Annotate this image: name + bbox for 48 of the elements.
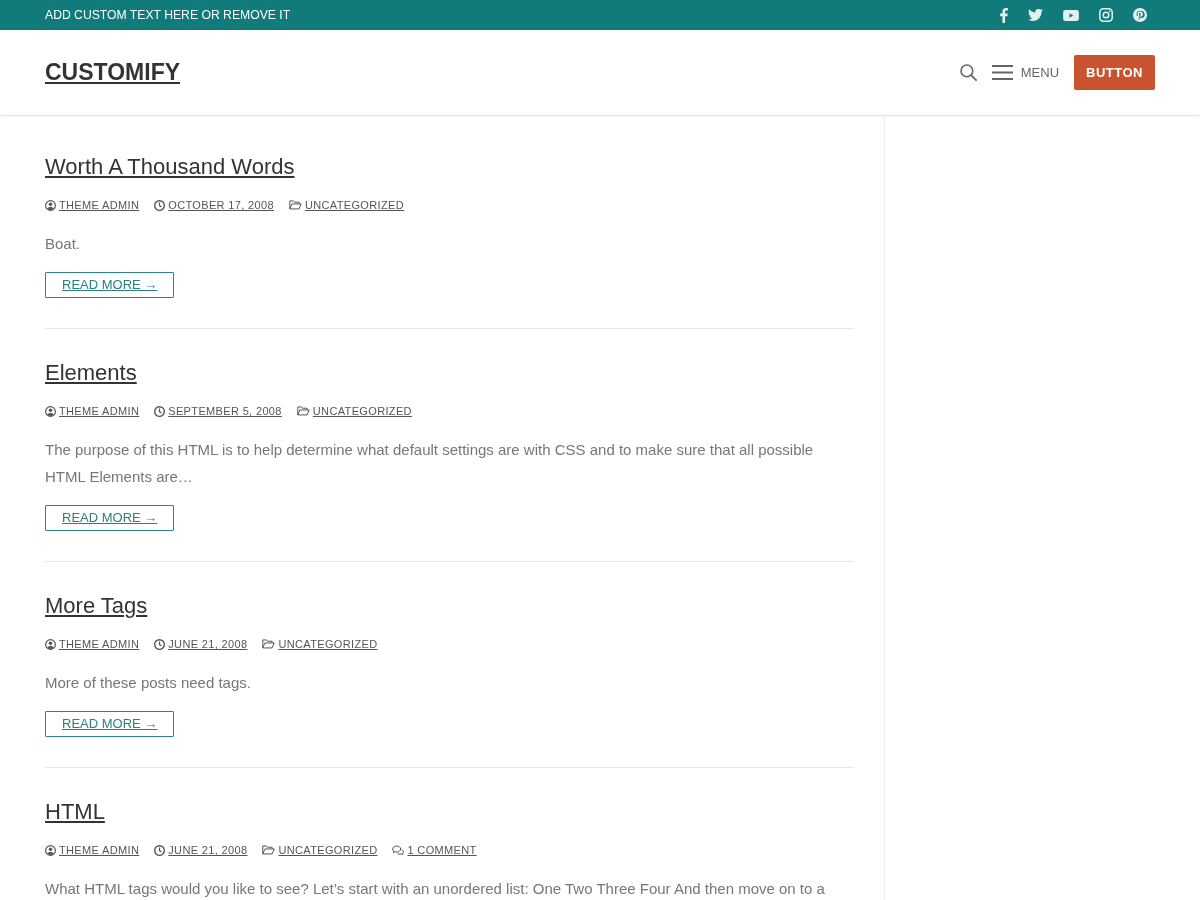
- top-bar-text: ADD CUSTOM TEXT HERE OR REMOVE IT: [45, 7, 291, 23]
- read-more-button[interactable]: READ MORE →: [45, 711, 175, 737]
- search-icon[interactable]: [959, 64, 977, 81]
- site-logo[interactable]: CUSTOMIFY: [45, 59, 181, 86]
- folder-icon: [262, 639, 276, 649]
- author-link[interactable]: THEME ADMIN: [45, 197, 140, 213]
- instagram-icon[interactable]: [1099, 8, 1113, 22]
- post-title[interactable]: HTML: [45, 799, 105, 824]
- user-icon: [45, 199, 56, 211]
- folder-icon: [262, 845, 276, 855]
- date-link[interactable]: JUNE 21, 2008: [154, 636, 248, 652]
- category-link[interactable]: UNCATEGORIZED: [262, 636, 378, 652]
- speech-bubbles-icon: [392, 845, 405, 855]
- facebook-icon[interactable]: [1000, 7, 1008, 23]
- post-excerpt: What HTML tags would you like to see? Let’s start with an unordered list: One Two Three Four And then move on to a: [45, 879, 826, 899]
- user-icon: [45, 638, 56, 650]
- pinterest-icon[interactable]: [1133, 8, 1147, 22]
- read-more-button[interactable]: READ MORE →: [45, 272, 175, 298]
- date-link[interactable]: JUNE 21, 2008: [154, 842, 248, 858]
- post-excerpt: Boat.: [45, 234, 82, 254]
- post-excerpt: More of these posts need tags.: [45, 673, 252, 693]
- hamburger-icon: [991, 65, 1013, 80]
- user-icon: [45, 844, 56, 856]
- category-link[interactable]: UNCATEGORIZED: [262, 842, 378, 858]
- read-more-button[interactable]: READ MORE →: [45, 505, 175, 531]
- twitter-icon[interactable]: [1028, 9, 1043, 21]
- post-title[interactable]: Elements: [45, 360, 137, 385]
- post-title[interactable]: Worth A Thousand Words: [45, 154, 295, 179]
- author-link[interactable]: THEME ADMIN: [45, 842, 140, 858]
- clock-icon: [154, 844, 166, 856]
- comments-link[interactable]: 1 COMMENT: [392, 842, 477, 858]
- author-link[interactable]: THEME ADMIN: [45, 403, 140, 419]
- author-link[interactable]: THEME ADMIN: [45, 636, 140, 652]
- category-link[interactable]: UNCATEGORIZED: [288, 197, 404, 213]
- clock-icon: [154, 638, 166, 650]
- clock-icon: [154, 199, 166, 211]
- menu-button[interactable]: MENU: [991, 65, 1060, 80]
- post-title[interactable]: More Tags: [45, 593, 148, 618]
- user-icon: [45, 405, 56, 417]
- clock-icon: [154, 405, 166, 417]
- folder-icon: [288, 200, 302, 210]
- date-link[interactable]: OCTOBER 17, 2008: [154, 197, 274, 213]
- post-excerpt: The purpose of this HTML is to help determine what default settings are with CSS and to make sure that all possible HTML Elements are…: [45, 440, 815, 487]
- header-button[interactable]: BUTTON: [1074, 55, 1155, 90]
- folder-icon: [296, 406, 310, 416]
- date-link[interactable]: SEPTEMBER 5, 2008: [154, 403, 282, 419]
- category-link[interactable]: UNCATEGORIZED: [296, 403, 412, 419]
- youtube-icon[interactable]: [1063, 9, 1079, 21]
